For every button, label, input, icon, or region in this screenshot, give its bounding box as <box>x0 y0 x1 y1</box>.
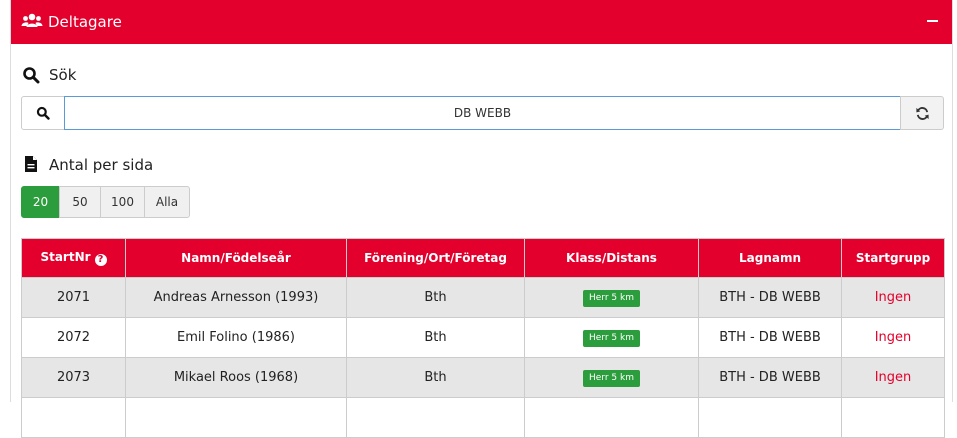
cell-group <box>841 397 945 438</box>
table-row[interactable]: 2073 Mikael Roos (1968) Bth Herr 5 km BT… <box>21 357 945 398</box>
cell-name: Mikael Roos (1968) <box>125 357 347 398</box>
page-size-50-button[interactable]: 50 <box>59 186 101 218</box>
cell-club: Bth <box>346 277 525 318</box>
page-size-all-button[interactable]: Alla <box>144 186 190 218</box>
file-icon <box>25 156 37 172</box>
panel-header: Deltagare <box>11 0 952 44</box>
collapse-icon[interactable] <box>924 11 942 29</box>
cell-team: BTH - DB WEBB <box>698 357 842 398</box>
cell-startnr: 2072 <box>21 317 126 358</box>
cell-name <box>125 397 347 438</box>
page-size-100-button[interactable]: 100 <box>100 186 145 218</box>
cell-team: BTH - DB WEBB <box>698 317 842 358</box>
group-value: Ingen <box>874 290 912 305</box>
page-size-group: 20 50 100 Alla <box>21 186 190 218</box>
group-value: Ingen <box>874 330 912 345</box>
col-class[interactable]: Klass/Distans <box>524 238 699 278</box>
refresh-button[interactable] <box>900 96 944 130</box>
group-value: Ingen <box>874 370 912 385</box>
table-row[interactable]: 2071 Andreas Arnesson (1993) Bth Herr 5 … <box>21 277 945 318</box>
cell-club: Bth <box>346 357 525 398</box>
page-size-20-button[interactable]: 20 <box>21 186 60 218</box>
cell-club <box>346 397 525 438</box>
table-row[interactable]: 2072 Emil Folino (1986) Bth Herr 5 km BT… <box>21 317 945 358</box>
search-icon <box>23 67 40 84</box>
cell-group: Ingen <box>841 357 945 398</box>
table-header-row: StartNr? Namn/Födelseår Förening/Ort/För… <box>21 238 945 278</box>
users-icon <box>21 13 43 27</box>
search-group: DB WEBB <box>21 96 944 130</box>
search-icon <box>36 106 50 120</box>
class-badge: Herr 5 km <box>583 329 640 347</box>
cell-class: Herr 5 km <box>524 357 699 398</box>
cell-name: Andreas Arnesson (1993) <box>125 277 347 318</box>
col-startnr[interactable]: StartNr? <box>21 238 126 278</box>
cell-team <box>698 397 842 438</box>
search-input[interactable]: DB WEBB <box>64 96 901 130</box>
participants-table: StartNr? Namn/Födelseår Förening/Ort/För… <box>21 238 945 438</box>
cell-team: BTH - DB WEBB <box>698 277 842 318</box>
col-team[interactable]: Lagnamn <box>698 238 842 278</box>
cell-startnr: 2071 <box>21 277 126 318</box>
cell-class: Herr 5 km <box>524 277 699 318</box>
class-badge: Herr 5 km <box>583 369 640 387</box>
table-row[interactable] <box>21 397 945 438</box>
cell-startnr: 2073 <box>21 357 126 398</box>
help-icon[interactable]: ? <box>94 254 107 266</box>
cell-club: Bth <box>346 317 525 358</box>
search-addon <box>21 96 65 130</box>
cell-name: Emil Folino (1986) <box>125 317 347 358</box>
class-badge: Herr 5 km <box>583 289 640 307</box>
panel-title: Deltagare <box>48 13 122 31</box>
col-group[interactable]: Startgrupp <box>841 238 945 278</box>
col-club[interactable]: Förening/Ort/Företag <box>346 238 525 278</box>
cell-startnr <box>21 397 126 438</box>
cell-class: Herr 5 km <box>524 317 699 358</box>
search-label: Sök <box>49 66 77 84</box>
col-name[interactable]: Namn/Födelseår <box>125 238 347 278</box>
cell-group: Ingen <box>841 277 945 318</box>
page-size-label: Antal per sida <box>49 156 154 174</box>
cell-class <box>524 397 699 438</box>
refresh-icon <box>916 107 929 120</box>
col-startnr-label: StartNr <box>40 250 91 264</box>
cell-group: Ingen <box>841 317 945 358</box>
participants-panel: Deltagare Sök DB WEBB Antal per sida 20 … <box>10 0 953 438</box>
